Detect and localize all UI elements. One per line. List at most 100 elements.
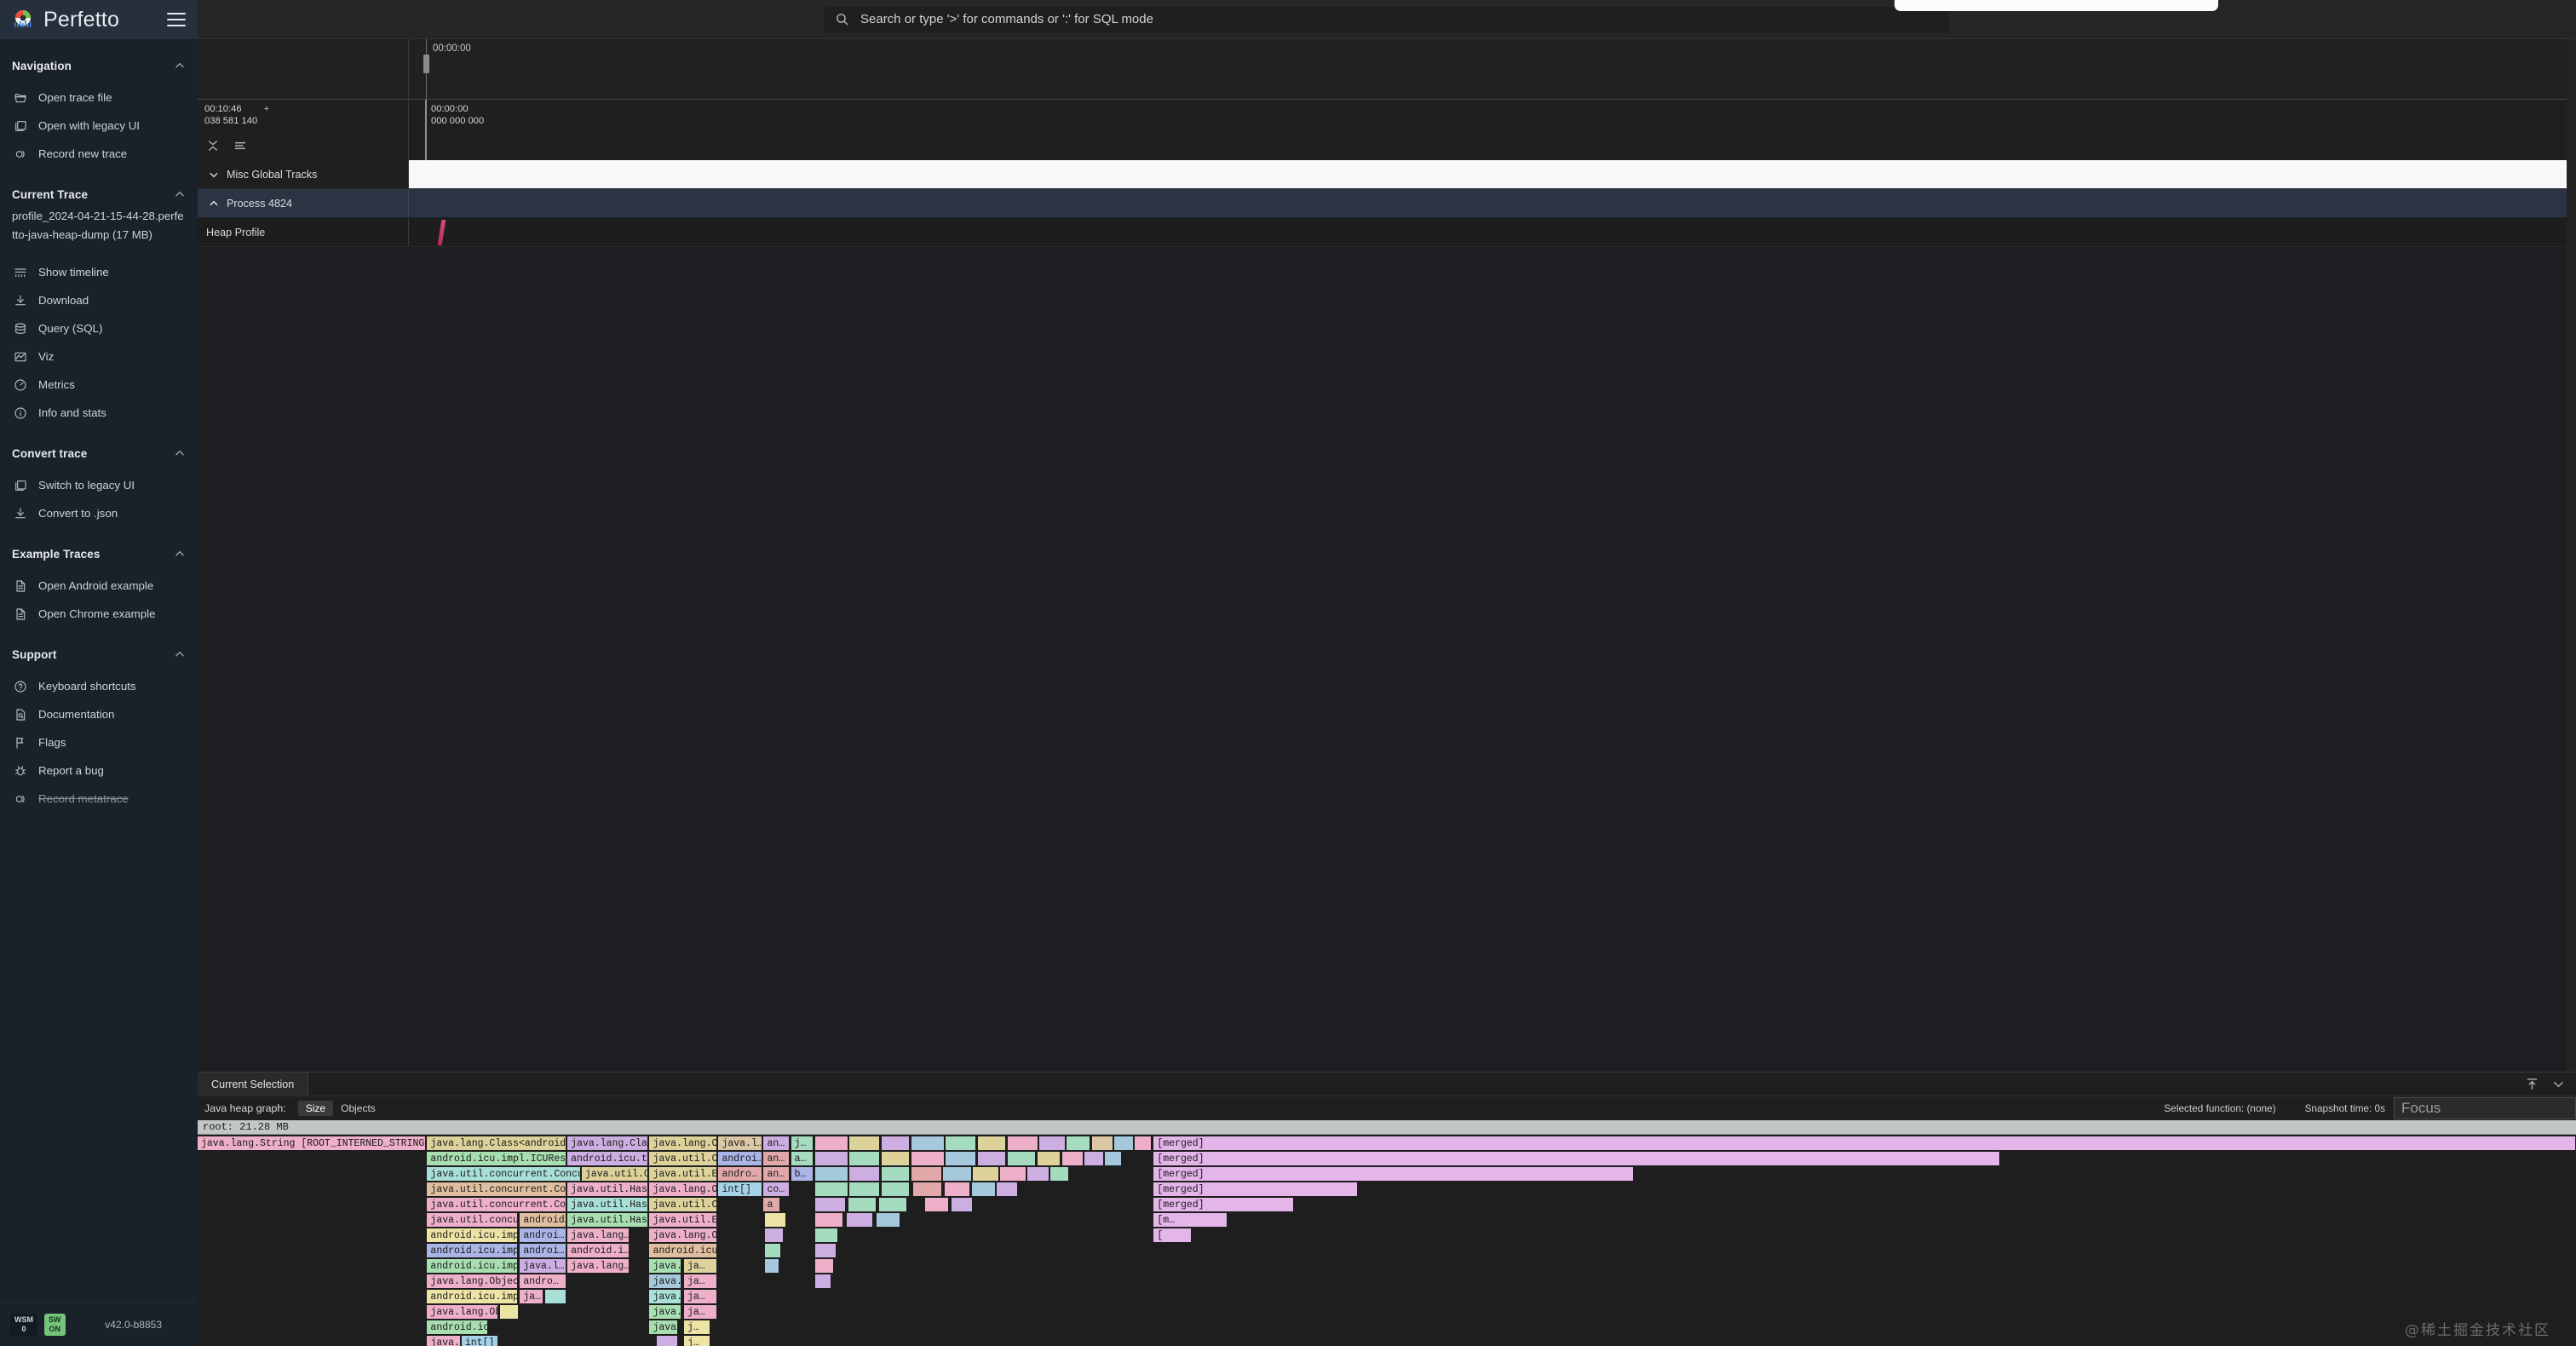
flamegraph-frame[interactable] xyxy=(877,1213,901,1227)
sidebar-section-header[interactable]: Convert trace xyxy=(0,442,198,464)
sidebar-item-viz[interactable]: Viz xyxy=(0,342,198,371)
sidebar-section-header[interactable]: Example Traces xyxy=(0,543,198,565)
flamegraph-frame[interactable] xyxy=(1037,1152,1061,1165)
flamegraph-frame[interactable] xyxy=(814,1152,848,1165)
flamegraph-frame[interactable]: java.util.concurrent.ConcurrentHashMap xyxy=(427,1167,581,1181)
flamegraph-frame[interactable] xyxy=(1007,1136,1038,1150)
sidebar-item-open-with-legacy-ui[interactable]: Open with legacy UI xyxy=(0,112,198,140)
metric-option-objects[interactable]: Objects xyxy=(333,1101,383,1116)
flamegraph-frame[interactable] xyxy=(1061,1152,1084,1165)
flamegraph-frame[interactable] xyxy=(911,1152,945,1165)
track-heap-profile-label-cell[interactable]: Heap Profile xyxy=(198,218,409,246)
sidebar-item-switch-to-legacy-ui[interactable]: Switch to legacy UI xyxy=(0,471,198,499)
flamegraph-frame[interactable]: [merged] xyxy=(1153,1167,1635,1181)
sidebar-item-open-android-example[interactable]: Open Android example xyxy=(0,572,198,600)
flamegraph-frame[interactable]: j… xyxy=(683,1320,710,1334)
flamegraph-frame[interactable]: ja… xyxy=(683,1305,718,1319)
flamegraph-frame[interactable] xyxy=(814,1182,848,1196)
flamegraph-frame[interactable] xyxy=(1135,1136,1152,1150)
flamegraph-frame[interactable]: [merged] xyxy=(1153,1152,2001,1165)
sidebar-item-show-timeline[interactable]: Show timeline xyxy=(0,258,198,286)
chevron-up-icon[interactable] xyxy=(174,447,186,459)
flamegraph-frame[interactable]: android.icu.… xyxy=(649,1244,718,1257)
flamegraph-frame[interactable] xyxy=(847,1213,873,1227)
sidebar-item-download[interactable]: Download xyxy=(0,286,198,314)
tab-current-selection[interactable]: Current Selection xyxy=(198,1073,309,1096)
flamegraph-frame[interactable] xyxy=(952,1198,974,1211)
flamegraph-frame[interactable] xyxy=(849,1152,881,1165)
flamegraph-frame[interactable] xyxy=(1084,1152,1104,1165)
sidebar-item-keyboard-shortcuts[interactable]: Keyboard shortcuts xyxy=(0,672,198,700)
flamegraph-frame[interactable]: java.lang.String [ROOT_INTERNED_STRING] xyxy=(198,1136,427,1150)
flamegraph-frame[interactable] xyxy=(913,1182,942,1196)
flamegraph-frame[interactable]: java.util.HashMap xyxy=(567,1182,649,1196)
flamegraph-frame[interactable]: java.… xyxy=(649,1290,682,1303)
track-group-misc-global-tracks-area[interactable] xyxy=(409,160,2576,188)
chevron-down-icon[interactable] xyxy=(2551,1077,2566,1091)
flamegraph-frame[interactable] xyxy=(814,1259,834,1273)
flamegraph-frame[interactable] xyxy=(971,1182,996,1196)
flamegraph-frame[interactable]: java.util.HashM… xyxy=(567,1198,649,1211)
flamegraph-frame[interactable] xyxy=(925,1198,950,1211)
flamegraph-frame[interactable]: android… xyxy=(520,1213,566,1227)
flamegraph-frame[interactable]: java.lang.Object[] xyxy=(427,1274,518,1288)
sidebar-item-open-trace-file[interactable]: Open trace file xyxy=(0,83,198,112)
flamegraph-frame[interactable]: java.util.Co… xyxy=(649,1198,718,1211)
flamegraph-frame[interactable] xyxy=(764,1228,785,1242)
flamegraph-frame[interactable]: int[] xyxy=(461,1336,499,1346)
focus-input[interactable] xyxy=(2394,1097,2576,1119)
flamegraph-canvas[interactable]: root: 21.28 MB java.lang.String [ROOT_IN… xyxy=(198,1120,2576,1346)
flamegraph-frame[interactable]: android.icu.impl.ICUR… xyxy=(427,1244,518,1257)
sidebar-item-info-and-stats[interactable]: Info and stats xyxy=(0,399,198,427)
flamegraph-frame[interactable] xyxy=(1027,1167,1049,1181)
flamegraph-frame[interactable]: java.lang.Object[] xyxy=(427,1305,499,1319)
toggle-tracks-icon[interactable] xyxy=(232,137,249,154)
flamegraph-frame[interactable] xyxy=(977,1152,1007,1165)
flamegraph-frame[interactable]: java.l… xyxy=(718,1136,763,1150)
flamegraph-frame[interactable]: java.util.HashM… xyxy=(567,1213,649,1227)
flamegraph-frame[interactable] xyxy=(1049,1167,1070,1181)
track-heap-profile[interactable]: Heap Profile xyxy=(198,218,2576,247)
sidebar-item-flags[interactable]: Flags xyxy=(0,728,198,756)
flamegraph-frame[interactable] xyxy=(848,1198,877,1211)
flamegraph-frame[interactable]: android.icu.impl.ICUR… xyxy=(427,1259,518,1273)
flamegraph-frame[interactable] xyxy=(977,1136,1007,1150)
track-group-misc-global-tracks[interactable]: Misc Global Tracks xyxy=(198,160,2576,189)
flamegraph-frame[interactable]: java.util.En… xyxy=(649,1213,718,1227)
flamegraph-frame[interactable] xyxy=(946,1136,977,1150)
flamegraph-frame[interactable]: [ xyxy=(1153,1228,1193,1242)
track-group-misc-global-tracks-header[interactable]: Misc Global Tracks xyxy=(198,160,409,188)
heap-profile-marker[interactable] xyxy=(437,220,446,245)
flamegraph-frame[interactable] xyxy=(1039,1136,1067,1150)
flamegraph-frame[interactable]: java.l… xyxy=(520,1259,566,1273)
flamegraph-frame[interactable]: a xyxy=(763,1198,781,1211)
flamegraph-frame[interactable]: java.util.concurrent.ConcurrentH… xyxy=(427,1198,566,1211)
hamburger-menu-icon[interactable] xyxy=(167,13,186,26)
track-heap-profile-area[interactable] xyxy=(409,218,2576,246)
search-input[interactable] xyxy=(860,12,1939,26)
flamegraph-frame[interactable] xyxy=(814,1167,848,1181)
overview-canvas[interactable]: 00:00:00 xyxy=(409,39,2576,99)
sidebar-item-documentation[interactable]: Documentation xyxy=(0,700,198,728)
flamegraph-frame[interactable]: java.lang.Ob… xyxy=(649,1182,718,1196)
chevron-up-icon[interactable] xyxy=(174,60,186,72)
flamegraph-frame[interactable] xyxy=(946,1152,977,1165)
flamegraph-frame[interactable] xyxy=(849,1136,881,1150)
flamegraph-frame[interactable] xyxy=(1067,1136,1091,1150)
flamegraph-frame[interactable]: android.icu.impl.ICUR… xyxy=(427,1290,518,1303)
sidebar-item-convert-to-json[interactable]: Convert to .json xyxy=(0,499,198,527)
sidebar-item-record-new-trace[interactable]: Record new trace xyxy=(0,140,198,168)
flamegraph-frame[interactable] xyxy=(1000,1167,1026,1181)
flamegraph-frame[interactable]: android.i… xyxy=(567,1244,630,1257)
flamegraph-frame[interactable] xyxy=(881,1136,911,1150)
track-group-process-4824-header[interactable]: Process 4824 xyxy=(198,189,409,217)
flamegraph-frame[interactable]: java.… xyxy=(649,1259,682,1273)
sidebar-item-query-sql-[interactable]: Query (SQL) xyxy=(0,314,198,342)
track-group-process-4824-area[interactable] xyxy=(409,189,2576,217)
flamegraph-frame[interactable]: java.lang.Class<a… xyxy=(567,1136,649,1150)
flamegraph-frame[interactable] xyxy=(764,1213,787,1227)
sidebar-section-header[interactable]: Current Trace xyxy=(0,183,198,205)
flamegraph-frame[interactable]: java.util.concurrent.… xyxy=(427,1213,518,1227)
flamegraph-frame[interactable]: a… xyxy=(791,1152,814,1165)
flamegraph-frame[interactable]: [merged] xyxy=(1153,1136,2576,1150)
